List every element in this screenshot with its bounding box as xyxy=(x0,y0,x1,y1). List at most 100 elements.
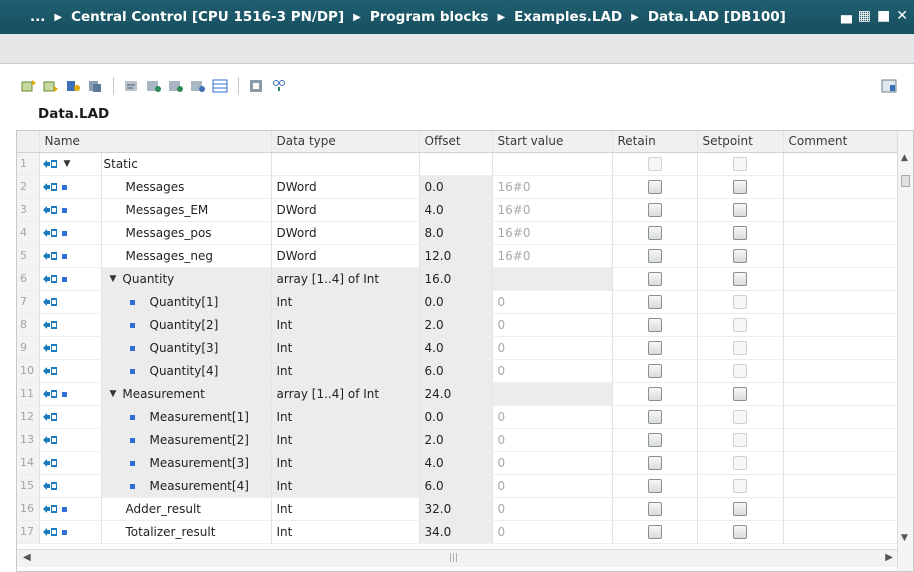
setpoint-checkbox[interactable] xyxy=(733,455,747,470)
table-row[interactable]: 1 ▼ Static xyxy=(17,152,900,176)
name-cell[interactable]: Quantity[3] xyxy=(101,336,272,360)
column-header-setpoint[interactable]: Setpoint xyxy=(697,131,784,153)
comment-cell[interactable] xyxy=(783,152,900,176)
close-icon[interactable]: ✕ xyxy=(896,8,908,24)
start-value-cell[interactable]: 0 xyxy=(492,290,613,314)
breadcrumb-program-blocks[interactable]: Program blocks xyxy=(370,9,489,25)
retain-checkbox[interactable] xyxy=(647,386,662,401)
data-type-cell[interactable]: Int xyxy=(271,451,420,475)
breadcrumb-block[interactable]: Data.LAD [DB100] xyxy=(648,9,786,25)
comment-cell[interactable] xyxy=(783,474,900,498)
maximize-icon[interactable]: ■ xyxy=(877,8,890,24)
insert-row-icon[interactable] xyxy=(20,78,38,94)
retain-checkbox[interactable] xyxy=(647,432,662,447)
comment-cell[interactable] xyxy=(783,497,900,521)
scroll-thumb[interactable] xyxy=(901,175,910,187)
start-value-cell[interactable] xyxy=(492,382,613,406)
retain-checkbox[interactable] xyxy=(647,248,662,263)
collapse-icon[interactable]: ▼ xyxy=(110,389,117,399)
retain-checkbox[interactable] xyxy=(647,271,662,286)
setpoint-checkbox[interactable] xyxy=(733,386,747,401)
collapse-icon[interactable]: ▼ xyxy=(110,274,117,284)
retain-checkbox[interactable] xyxy=(647,501,662,516)
start-value-cell[interactable]: 0 xyxy=(492,520,613,544)
table-row[interactable]: 13 Measurement[2] Int 2.0 0 xyxy=(17,428,900,452)
retain-checkbox[interactable] xyxy=(647,225,662,240)
data-type-cell[interactable]: DWord xyxy=(271,175,420,199)
retain-checkbox[interactable] xyxy=(647,179,662,194)
setpoint-checkbox[interactable] xyxy=(733,271,747,286)
data-type-cell[interactable]: DWord xyxy=(271,221,420,245)
name-cell[interactable]: Messages_neg xyxy=(101,244,272,268)
start-value-cell[interactable]: 0 xyxy=(492,336,613,360)
table-row[interactable]: 17 Totalizer_result Int 34.0 0 xyxy=(17,520,900,544)
start-value-cell[interactable]: 16#0 xyxy=(492,198,613,222)
start-value-cell[interactable]: 0 xyxy=(492,359,613,383)
setpoint-checkbox[interactable] xyxy=(733,340,747,355)
table-row[interactable]: 7 Quantity[1] Int 0.0 0 xyxy=(17,290,900,314)
retain-checkbox[interactable] xyxy=(647,363,662,378)
table-view-icon[interactable] xyxy=(211,78,229,94)
setpoint-checkbox[interactable] xyxy=(733,478,747,493)
table-row[interactable]: 14 Measurement[3] Int 4.0 0 xyxy=(17,451,900,475)
vertical-scrollbar[interactable]: ▲ ▼ xyxy=(897,131,913,571)
setpoint-checkbox[interactable] xyxy=(733,225,747,240)
minimize-icon[interactable]: ▄ xyxy=(841,8,852,24)
name-cell[interactable]: Measurement[2] xyxy=(101,428,272,452)
data-type-cell[interactable]: Int xyxy=(271,474,420,498)
setpoint-checkbox[interactable] xyxy=(733,294,747,309)
start-value-cell[interactable]: 16#0 xyxy=(492,221,613,245)
table-row[interactable]: 12 Measurement[1] Int 0.0 0 xyxy=(17,405,900,429)
retain-settings-icon[interactable] xyxy=(248,78,266,94)
scroll-down-icon[interactable]: ▼ xyxy=(901,533,908,543)
table-row[interactable]: 9 Quantity[3] Int 4.0 0 xyxy=(17,336,900,360)
breadcrumb-cpu[interactable]: Central Control [CPU 1516-3 PN/DP] xyxy=(71,9,344,25)
start-value-cell[interactable]: 16#0 xyxy=(492,175,613,199)
comment-cell[interactable] xyxy=(783,290,900,314)
table-row[interactable]: 6 ▼ Quantity array [1..4] of Int 16.0 xyxy=(17,267,900,291)
setpoint-checkbox[interactable] xyxy=(733,363,747,378)
comment-cell[interactable] xyxy=(783,175,900,199)
name-cell[interactable]: Totalizer_result xyxy=(101,520,272,544)
data-type-cell[interactable]: Int xyxy=(271,290,420,314)
column-header-start-value[interactable]: Start value xyxy=(492,131,613,153)
comment-cell[interactable] xyxy=(783,520,900,544)
comment-cell[interactable] xyxy=(783,198,900,222)
retain-checkbox[interactable] xyxy=(647,294,662,309)
retain-checkbox[interactable] xyxy=(647,317,662,332)
comment-cell[interactable] xyxy=(783,244,900,268)
scroll-left-icon[interactable]: ◀ xyxy=(23,552,31,563)
breadcrumb-folder[interactable]: Examples.LAD xyxy=(514,9,622,25)
setpoint-checkbox[interactable] xyxy=(733,248,747,263)
column-header-offset[interactable]: Offset xyxy=(419,131,493,153)
watch-icon[interactable] xyxy=(270,78,288,94)
data-type-cell[interactable] xyxy=(271,152,420,176)
retain-checkbox[interactable] xyxy=(647,202,662,217)
window-layout-icon[interactable] xyxy=(880,78,898,94)
start-value-cell[interactable]: 0 xyxy=(492,451,613,475)
retain-checkbox[interactable] xyxy=(647,340,662,355)
comment-cell[interactable] xyxy=(783,405,900,429)
setpoint-checkbox[interactable] xyxy=(733,501,747,516)
name-cell[interactable]: ▼ Quantity xyxy=(101,267,272,291)
start-value-cell[interactable]: 0 xyxy=(492,497,613,521)
data-type-cell[interactable]: DWord xyxy=(271,198,420,222)
name-cell[interactable]: ▼ Measurement xyxy=(101,382,272,406)
name-cell[interactable]: Messages xyxy=(101,175,272,199)
restore-icon[interactable]: ▦ xyxy=(858,8,871,24)
snapshot-start-icon[interactable] xyxy=(145,78,163,94)
collapse-icon[interactable]: ▼ xyxy=(64,159,71,169)
name-cell[interactable]: Measurement[1] xyxy=(101,405,272,429)
start-value-cell[interactable]: 0 xyxy=(492,313,613,337)
data-type-cell[interactable]: Int xyxy=(271,313,420,337)
table-row[interactable]: 10 Quantity[4] Int 6.0 0 xyxy=(17,359,900,383)
copy-snapshot-icon[interactable] xyxy=(86,78,104,94)
setpoint-checkbox[interactable] xyxy=(733,179,747,194)
data-type-cell[interactable]: Int xyxy=(271,520,420,544)
start-value-cell[interactable] xyxy=(492,152,613,176)
table-row[interactable]: 16 Adder_result Int 32.0 0 xyxy=(17,497,900,521)
comment-cell[interactable] xyxy=(783,451,900,475)
name-cell[interactable]: Messages_pos xyxy=(101,221,272,245)
name-cell[interactable]: Quantity[4] xyxy=(101,359,272,383)
column-header-name[interactable]: Name xyxy=(39,131,272,153)
